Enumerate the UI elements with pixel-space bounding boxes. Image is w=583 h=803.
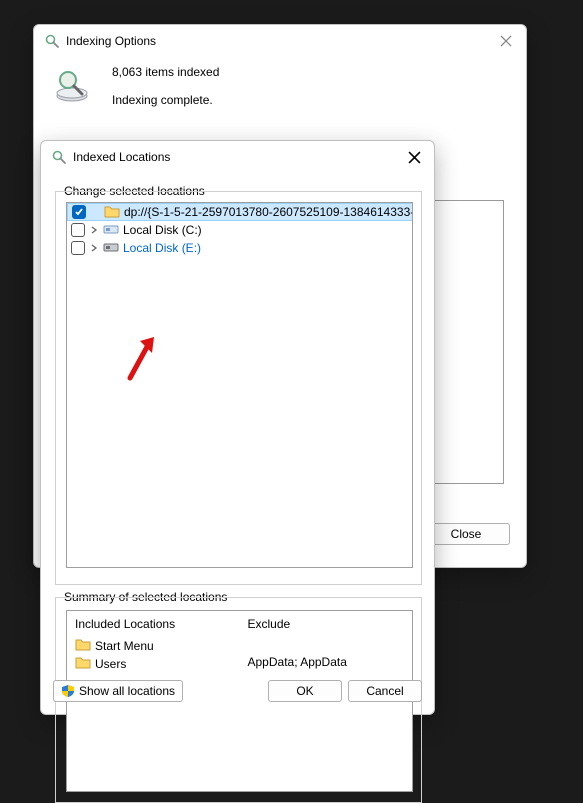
dialog-close-button[interactable] [404,147,424,167]
search-app-icon [51,149,67,165]
checkbox[interactable] [72,205,86,219]
window-title: Indexing Options [66,34,156,48]
indexing-status-area: 8,063 items indexed Indexing complete. [34,57,526,121]
included-item[interactable]: Start Menu [75,637,232,654]
cancel-button[interactable]: Cancel [348,680,422,702]
tree-item-label: dp://{S-1-5-21-2597013780-2607525109-138… [124,205,412,219]
show-all-locations-button[interactable]: Show all locations [53,680,183,702]
folder-icon [75,637,91,654]
checkbox[interactable] [71,241,85,255]
close-button[interactable]: Close [422,523,510,545]
indexed-locations-dialog: Indexed Locations Change selected locati… [40,140,435,715]
magnifier-drive-icon [52,66,92,106]
tree-item-label: Local Disk (C:) [123,223,202,237]
dialog-title: Indexed Locations [73,150,170,164]
chevron-right-icon[interactable] [89,243,99,253]
exclude-item: AppData; AppData [248,654,405,670]
exclude-header: Exclude [248,617,405,631]
dialog-titlebar: Indexed Locations [41,141,434,173]
items-indexed-text: 8,063 items indexed [112,65,219,79]
folder-icon [75,655,91,672]
included-item[interactable]: Users [75,655,232,672]
folder-icon [104,204,120,221]
tree-row[interactable]: Local Disk (C:) [67,221,412,239]
titlebar: Indexing Options [34,25,526,57]
disk-icon [103,240,119,257]
tree-row[interactable]: dp://{S-1-5-21-2597013780-2607525109-138… [67,203,412,221]
disk-icon [103,222,119,239]
change-locations-group: dp://{S-1-5-21-2597013780-2607525109-138… [55,191,422,585]
locations-tree[interactable]: dp://{S-1-5-21-2597013780-2607525109-138… [66,202,413,568]
exclude-item [248,637,405,653]
tree-row[interactable]: Local Disk (E:) [67,239,412,257]
checkbox[interactable] [71,223,85,237]
tree-item-label: Local Disk (E:) [123,241,201,255]
search-app-icon [44,33,60,49]
ok-button[interactable]: OK [268,680,342,702]
chevron-right-icon[interactable] [89,225,99,235]
uac-shield-icon [61,684,75,698]
window-close-button[interactable] [496,31,516,51]
indexing-status-text: Indexing complete. [112,93,219,107]
included-header: Included Locations [75,617,232,631]
